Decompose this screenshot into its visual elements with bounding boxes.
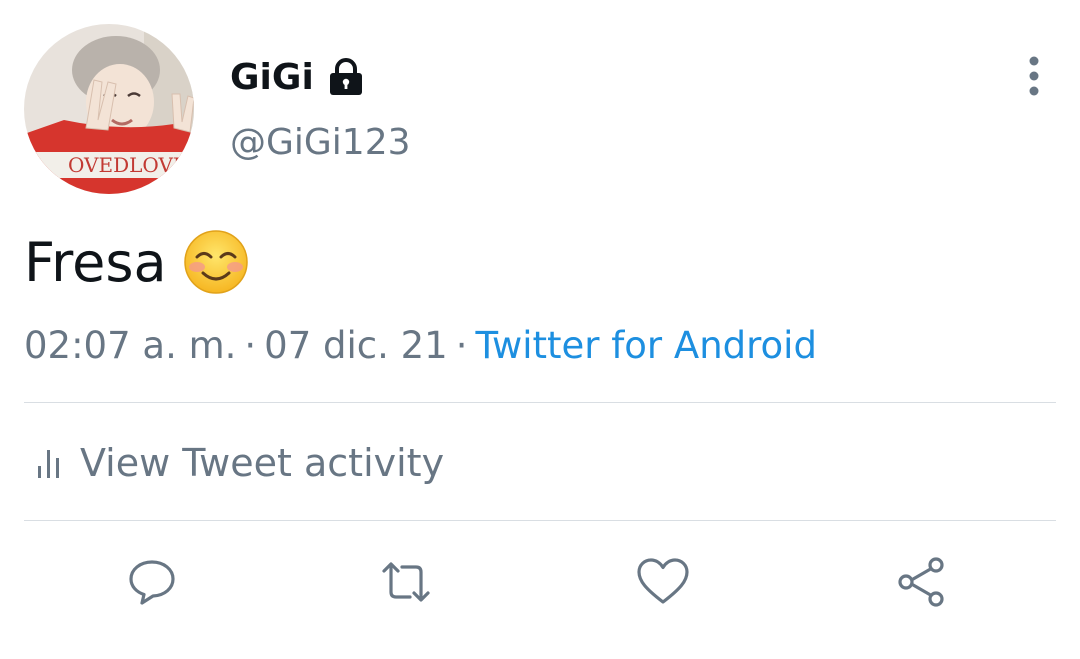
avatar-photo: OVEDLOVE: [24, 24, 194, 194]
tweet-source-link[interactable]: Twitter for Android: [475, 324, 816, 367]
tweet-time: 02:07 a. m.: [24, 323, 237, 367]
sweater-print: OVEDLOVE: [68, 153, 188, 177]
share-icon: [898, 557, 944, 607]
author-name-row: GiGi: [230, 54, 364, 100]
lock-icon: [328, 57, 364, 97]
like-button[interactable]: [636, 556, 689, 608]
tweet-text: Fresa: [24, 230, 167, 294]
retweet-icon: [382, 562, 430, 602]
view-tweet-activity-label: View Tweet activity: [80, 441, 445, 485]
view-tweet-activity[interactable]: View Tweet activity: [36, 436, 444, 490]
reply-button[interactable]: [126, 556, 178, 608]
share-button[interactable]: [896, 556, 948, 608]
like-icon: [637, 558, 689, 604]
more-options-icon[interactable]: [1016, 56, 1052, 96]
reply-icon: [129, 560, 175, 605]
tweet-body: Fresa: [24, 226, 249, 298]
bar-chart-icon: [38, 450, 59, 478]
divider: [24, 402, 1056, 403]
username[interactable]: @GiGi123: [230, 122, 411, 163]
tweet-date: 07 dic. 21: [264, 323, 448, 367]
tweet-detail: OVEDLOVE GiGi @GiGi123 Fresa 02:07 a. m.…: [0, 0, 1080, 659]
retweet-button[interactable]: [380, 556, 432, 608]
smiling-face-emoji-icon: [183, 230, 248, 294]
display-name[interactable]: GiGi: [230, 57, 314, 98]
meta-separator: ·: [455, 323, 468, 367]
tweet-meta: 02:07 a. m. · 07 dic. 21 · Twitter for A…: [24, 320, 817, 370]
avatar[interactable]: OVEDLOVE: [24, 24, 194, 194]
divider: [24, 520, 1056, 521]
meta-separator: ·: [244, 323, 257, 367]
